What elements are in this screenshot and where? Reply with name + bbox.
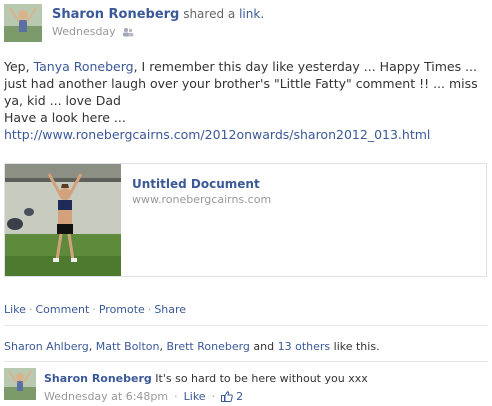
attachment-domain: www.ronebergcairns.com bbox=[132, 193, 272, 206]
comment-timestamp[interactable]: Wednesday at 6:48pm bbox=[44, 390, 168, 403]
comment-body: Sharon Roneberg It's so hard to be here … bbox=[44, 372, 368, 385]
divider bbox=[4, 361, 488, 362]
comment-text: It's so hard to be here without you xxx bbox=[155, 372, 368, 385]
message-line2: Have a look here ... bbox=[4, 110, 126, 125]
comment-like-count[interactable]: 2 bbox=[236, 390, 243, 403]
promote-button[interactable]: Promote bbox=[99, 303, 145, 316]
comment-author[interactable]: Sharon Roneberg bbox=[44, 372, 152, 385]
separator: · bbox=[92, 303, 96, 316]
separator: · bbox=[28, 303, 33, 316]
likes-suffix: like this. bbox=[333, 340, 380, 353]
message-url-link[interactable]: http://www.ronebergcairns.com/2012onward… bbox=[4, 127, 430, 142]
comment-meta: Wednesday at 6:48pm · Like · 2 bbox=[44, 390, 243, 403]
likes-others-link[interactable]: 13 others bbox=[278, 340, 331, 353]
tagged-user-link[interactable]: Tanya Roneberg bbox=[34, 59, 134, 74]
post-message: Yep, Tanya Roneberg, I remember this day… bbox=[4, 58, 482, 143]
like-button[interactable]: Like bbox=[4, 303, 26, 316]
liker-link[interactable]: Brett Roneberg bbox=[167, 340, 250, 353]
attachment-title[interactable]: Untitled Document bbox=[132, 177, 260, 191]
separator: · bbox=[147, 303, 152, 316]
message-prefix: Yep, bbox=[4, 59, 34, 74]
liker-link[interactable]: Sharon Ahlberg bbox=[4, 340, 89, 353]
link-attachment[interactable]: Untitled Document www.ronebergcairns.com bbox=[4, 163, 487, 277]
shared-text: shared a bbox=[183, 7, 236, 21]
post-header: Sharon Roneberg shared a link. bbox=[52, 7, 482, 22]
friends-icon[interactable] bbox=[122, 27, 134, 37]
thumbs-up-icon[interactable] bbox=[221, 391, 233, 402]
comment-author-avatar[interactable] bbox=[4, 368, 36, 400]
likes-summary: Sharon Ahlberg, Matt Bolton, Brett Roneb… bbox=[4, 340, 380, 353]
attachment-thumbnail[interactable] bbox=[5, 164, 121, 276]
comment-button[interactable]: Comment bbox=[35, 303, 89, 316]
liker-link[interactable]: Matt Bolton bbox=[96, 340, 160, 353]
separator: · bbox=[211, 390, 216, 403]
separator: · bbox=[174, 390, 178, 403]
likes-and-text: and bbox=[253, 340, 275, 353]
comment-like-button[interactable]: Like bbox=[184, 390, 206, 403]
share-button[interactable]: Share bbox=[154, 303, 186, 316]
divider bbox=[4, 325, 488, 326]
shared-link[interactable]: link. bbox=[239, 7, 264, 21]
author-avatar[interactable] bbox=[4, 4, 42, 42]
comment-item: Sharon Roneberg It's so hard to be here … bbox=[4, 368, 488, 404]
post-actions: Like · Comment · Promote · Share bbox=[4, 303, 186, 316]
post-meta: Wednesday bbox=[52, 25, 134, 38]
post-timestamp[interactable]: Wednesday bbox=[52, 25, 116, 38]
author-name[interactable]: Sharon Roneberg bbox=[52, 7, 179, 22]
